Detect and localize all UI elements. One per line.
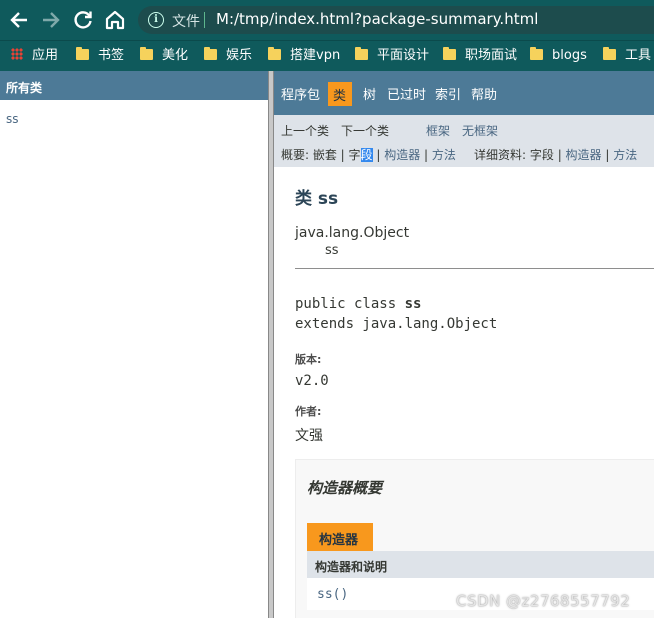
summary-constructor-link[interactable]: 构造器 [384,148,420,162]
bookmark-label: 平面设计 [377,48,430,63]
version-label: 版本: [295,353,322,366]
summary-separator: | [372,148,385,162]
folder-icon [355,47,368,60]
bookmark-item[interactable]: 职场面试 [443,45,517,67]
detail-separator: | [601,148,614,162]
address-bar[interactable]: i 文件 M:/tmp/index.html?package-summary.h… [138,6,654,34]
home-icon[interactable] [103,8,127,32]
address-url[interactable]: M:/tmp/index.html?package-summary.html [216,10,538,28]
author-value: 文强 [295,428,323,444]
bookmark-item[interactable]: 工具 [603,45,651,67]
forward-arrow-icon[interactable] [39,8,63,32]
bookmark-label: 职场面试 [465,48,518,63]
folder-icon [443,47,456,60]
folder-icon [268,47,281,60]
bookmark-item[interactable]: 书签 [76,45,124,67]
info-icon[interactable]: i [148,12,164,28]
signature-name: ss [404,296,422,312]
detail-constructor-link[interactable]: 构造器 [566,148,602,162]
nav-class-active: 类 [328,82,352,106]
frames-link[interactable]: 框架 [426,122,450,139]
nav-help[interactable]: 帮助 [471,84,497,103]
detail-field-link[interactable]: 字段 [530,148,554,162]
bookmark-label: 娱乐 [226,48,253,63]
summary-highlight: 段 [360,148,373,162]
apps-grid-icon [11,48,23,60]
class-link-ss[interactable]: ss [6,112,19,126]
class-extends: extends java.lang.Object [295,316,498,332]
reload-icon[interactable] [71,8,95,32]
all-classes-frame: 所有类 ss [0,71,268,618]
horizontal-rule [295,268,654,269]
no-frames-link[interactable]: 无框架 [462,122,498,139]
next-class-link[interactable]: 下一个类 [341,122,389,139]
nav-package[interactable]: 程序包 [281,84,320,103]
browser-toolbar: i 文件 M:/tmp/index.html?package-summary.h… [0,0,654,40]
all-classes-title: 所有类 [6,81,43,95]
prev-class-link[interactable]: 上一个类 [281,122,329,139]
inheritance-root: java.lang.Object [295,225,410,241]
top-nav-bar: 程序包 类 树 已过时 索引 帮助 [274,71,654,115]
folder-icon [204,47,217,60]
constructor-link-ss[interactable]: ss() [317,587,348,602]
nav-class-label: 类 [333,89,347,104]
bookmark-label: blogs [552,48,587,63]
bookmark-label: 工具 [625,48,652,63]
nav-deprecated[interactable]: 已过时 [387,84,426,103]
folder-icon [140,47,153,60]
detail-method-link[interactable]: 方法 [613,148,637,162]
version-value: v2.0 [295,373,329,389]
inheritance-child: ss [325,243,339,258]
address-separator [204,12,205,28]
class-title: 类 ss [295,189,339,209]
summary-method-link[interactable]: 方法 [432,148,456,162]
bookmark-item[interactable]: blogs [530,45,587,67]
bookmark-item[interactable]: 娱乐 [204,45,252,67]
constructor-table-caption: 构造器 [307,523,373,551]
summary-separator: | [420,148,432,162]
detail-separator: | [553,148,566,162]
folder-icon [76,47,89,60]
folder-icon [603,47,616,60]
bookmark-item[interactable]: 平面设计 [355,45,429,67]
folder-icon [530,47,543,60]
nav-index[interactable]: 索引 [435,84,461,103]
bookmark-label: 书签 [98,48,125,63]
constructor-summary-title: 构造器概要 [307,479,383,497]
constructor-column-header: 构造器和说明 [307,551,654,578]
author-label: 作者: [295,405,322,418]
caption-label: 构造器 [319,533,359,548]
bookmarks-bar: 应用 书签 美化 娱乐 搭建vpn 平面设计 职场面试 blogs 工具 [0,40,654,71]
all-classes-header: 所有类 [0,71,268,100]
bookmark-apps[interactable]: 应用 [11,45,58,67]
detail-links: 详细资料: 字段 | 构造器 | 方法 [474,146,637,163]
class-signature: public class ss [295,296,421,312]
nav-tree[interactable]: 树 [363,84,376,103]
class-frame: 程序包 类 树 已过时 索引 帮助 上一个类 下一个类 框架 无框架 概要: 嵌… [274,71,654,618]
bookmark-label: 应用 [32,48,59,63]
address-protocol: 文件 [172,14,200,30]
bookmark-label: 美化 [162,48,189,63]
detail-prefix: 详细资料: [474,148,530,162]
summary-prefix: 概要: 嵌套 | 字 [281,148,361,162]
bookmark-label: 搭建vpn [290,48,341,63]
watermark: CSDN @z2768557792 [456,592,631,610]
back-arrow-icon[interactable] [7,8,31,32]
summary-links: 概要: 嵌套 | 字段 | 构造器 | 方法 [281,146,456,163]
bookmark-item[interactable]: 美化 [140,45,188,67]
sub-nav-bar: 上一个类 下一个类 框架 无框架 概要: 嵌套 | 字段 | 构造器 | 方法 … [274,115,654,167]
bookmark-item[interactable]: 搭建vpn [268,45,340,67]
column-header-label: 构造器和说明 [315,560,388,574]
signature-prefix: public class [295,296,405,312]
